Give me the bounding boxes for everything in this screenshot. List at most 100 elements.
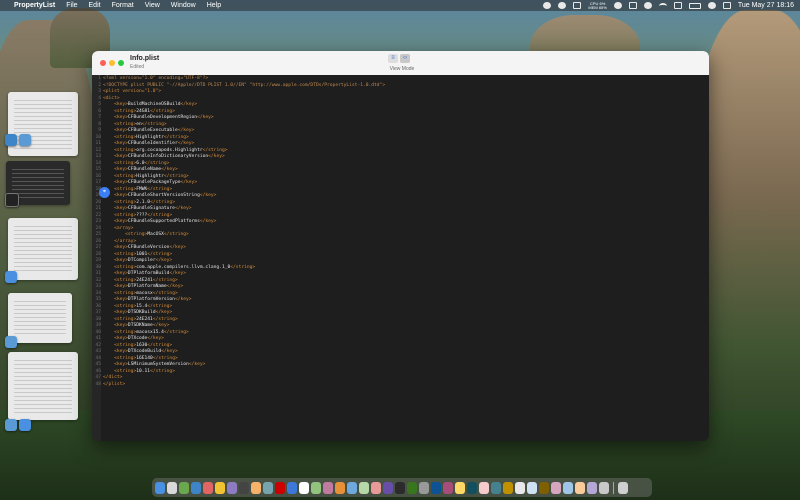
dock-separator	[613, 481, 614, 494]
dock-app-icon[interactable]	[167, 481, 177, 494]
dock-app-icon[interactable]	[311, 481, 321, 494]
code-token: <key>	[114, 258, 128, 263]
trash-icon[interactable]	[618, 481, 628, 494]
dock-app-icon[interactable]	[263, 481, 273, 494]
dock-app-icon[interactable]	[515, 481, 525, 494]
stage-thumbnail[interactable]	[8, 293, 72, 343]
code-token: <string>	[114, 186, 137, 192]
dock-app-icon[interactable]	[227, 481, 237, 494]
code-text-area[interactable]: 1 <?xml version="1.0" encoding="UTF-8"?> 2…	[95, 76, 705, 389]
dock-app-icon[interactable]	[575, 481, 585, 494]
code-text: CFBundleIdentifier	[127, 141, 178, 146]
code-text: macosx	[136, 290, 153, 296]
safari-icon[interactable]	[5, 271, 17, 283]
search-icon[interactable]	[707, 2, 716, 9]
dock-app-icon[interactable]	[587, 481, 597, 494]
dock-app-icon[interactable]	[419, 481, 429, 494]
control-center-icon[interactable]	[722, 2, 731, 9]
maps-icon[interactable]	[5, 134, 17, 146]
status-icon[interactable]	[628, 2, 637, 9]
dock-app-icon[interactable]	[335, 481, 345, 494]
code-line[interactable]: 48 </plist>	[95, 382, 705, 389]
zoom-button[interactable]	[118, 60, 124, 66]
menu-edit[interactable]: Edit	[89, 2, 101, 9]
dock-app-icon[interactable]	[539, 481, 549, 494]
code-token: <string>	[114, 355, 137, 361]
battery-icon[interactable]	[688, 2, 701, 9]
stage-thumbnail[interactable]	[8, 218, 78, 280]
dock-app-icon[interactable]	[155, 481, 165, 494]
status-icon[interactable]	[643, 2, 652, 9]
wechat-icon[interactable]	[558, 2, 567, 9]
menu-view[interactable]: View	[145, 2, 160, 9]
stage-thumbnail[interactable]	[8, 92, 78, 156]
dock-app-icon[interactable]	[347, 481, 357, 494]
finder-icon[interactable]	[5, 419, 17, 431]
finder-icon[interactable]	[19, 134, 31, 146]
source-editor[interactable]: 1 <?xml version="1.0" encoding="UTF-8"?> 2…	[92, 75, 709, 441]
menu-format[interactable]: Format	[112, 2, 134, 9]
code-token: <key>	[114, 141, 128, 146]
location-pin-icon[interactable]: ⌖	[99, 187, 110, 198]
code-text: CFBundleExecutable	[127, 128, 178, 133]
window-titlebar[interactable]: Info.plist Edited ≡ ‹› View Mode	[92, 51, 709, 76]
status-icon[interactable]	[673, 2, 682, 9]
close-button[interactable]	[100, 60, 106, 66]
code-token: </string>	[147, 186, 173, 192]
xcode-icon[interactable]	[19, 419, 31, 431]
dock-app-icon[interactable]	[431, 481, 441, 494]
dock-app-icon[interactable]	[287, 481, 297, 494]
status-icon[interactable]	[573, 2, 582, 9]
dock-app-icon[interactable]	[503, 481, 513, 494]
dock-app-icon[interactable]	[479, 481, 489, 494]
dock-app-icon[interactable]	[599, 481, 609, 494]
dock-app-icon[interactable]	[275, 481, 285, 494]
code-token: <string>	[114, 329, 137, 335]
dock-app-icon[interactable]	[527, 481, 537, 494]
dock-app-icon[interactable]	[323, 481, 333, 494]
stage-thumbnail[interactable]	[8, 352, 78, 420]
code-token: <key>	[114, 180, 128, 185]
terminal-icon[interactable]	[5, 193, 19, 207]
code-text: FMWK	[136, 186, 148, 192]
dock-app-icon[interactable]	[179, 481, 189, 494]
view-mode-outline-button[interactable]: ≡	[388, 54, 398, 63]
menu-file[interactable]: File	[66, 2, 77, 9]
dock-app-icon[interactable]	[359, 481, 369, 494]
code-token: <string>	[114, 316, 137, 322]
dock-app-icon[interactable]	[215, 481, 225, 494]
dock-app-icon[interactable]	[383, 481, 393, 494]
minimize-button[interactable]	[109, 60, 115, 66]
view-mode-source-button[interactable]: ‹›	[400, 54, 410, 63]
code-token: <string>	[114, 368, 137, 374]
dock-app-icon[interactable]	[239, 481, 249, 494]
menu-help[interactable]: Help	[207, 2, 221, 9]
menu-clock[interactable]: Tue May 27 18:16	[738, 2, 794, 9]
dock-app-icon[interactable]	[563, 481, 573, 494]
dock-app-icon[interactable]	[395, 481, 405, 494]
dock-app-icon[interactable]	[467, 481, 477, 494]
dock-app-icon[interactable]	[191, 481, 201, 494]
dock-app-icon[interactable]	[299, 481, 309, 494]
dock-app-icon[interactable]	[491, 481, 501, 494]
system-monitor[interactable]: CPU 6% MEM 65%	[588, 1, 606, 10]
app-menu[interactable]: PropertyList	[14, 2, 55, 9]
dock-app-icon[interactable]	[371, 481, 381, 494]
dock-app-icon[interactable]	[443, 481, 453, 494]
dock-app-icon[interactable]	[251, 481, 261, 494]
menu-window[interactable]: Window	[171, 2, 196, 9]
code-token: <key>	[114, 362, 128, 367]
dock-app-icon[interactable]	[551, 481, 561, 494]
finder-icon[interactable]	[5, 336, 17, 348]
dock-app-icon[interactable]	[407, 481, 417, 494]
status-icon[interactable]	[613, 2, 622, 9]
dock-app-icon[interactable]	[455, 481, 465, 494]
dock-app-icon[interactable]	[203, 481, 213, 494]
code-token: </key>	[161, 167, 178, 172]
wifi-icon[interactable]	[658, 2, 667, 9]
code-text: 24E241	[136, 316, 153, 322]
status-icon[interactable]	[543, 2, 552, 9]
